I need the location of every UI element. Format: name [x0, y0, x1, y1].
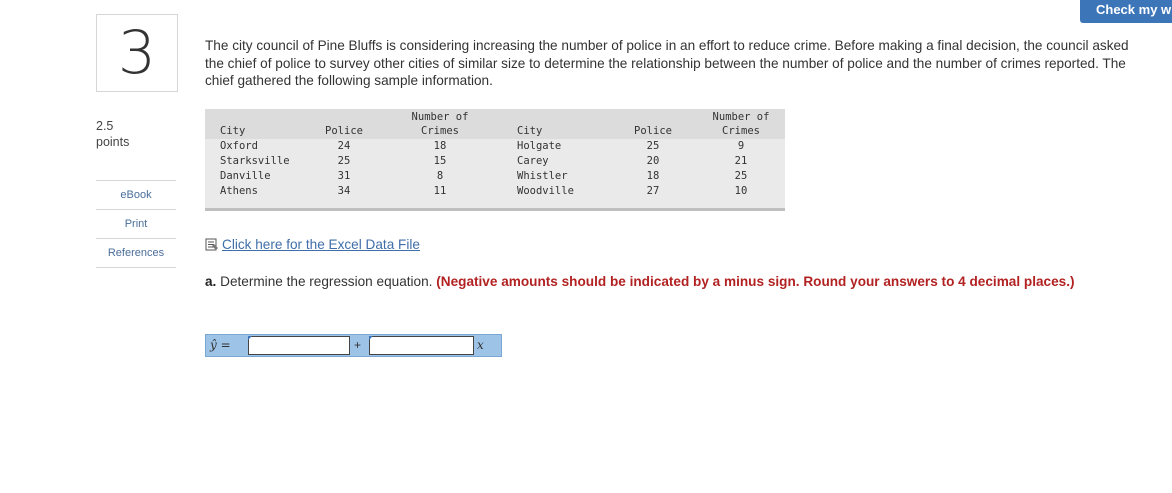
table-cell: 15	[433, 155, 447, 167]
part-a-label: a.	[205, 274, 217, 289]
table-cell: Holgate	[517, 140, 562, 152]
table-cell: 25	[734, 170, 748, 182]
side-links: eBook Print References	[96, 180, 176, 268]
part-a-instruction: (Negative amounts should be indicated by…	[436, 274, 1075, 289]
input-flag-icon	[248, 336, 252, 340]
ebook-link[interactable]: eBook	[96, 180, 176, 209]
header-city2: City	[517, 125, 543, 137]
table-cell: Athens	[220, 185, 258, 197]
question-prompt: The city council of Pine Bluffs is consi…	[205, 38, 1129, 88]
intercept-input[interactable]	[248, 336, 350, 355]
table-cell: 10	[734, 185, 748, 197]
regression-equation-row: ŷ = + x	[205, 334, 502, 357]
header-police2: Police	[634, 125, 672, 137]
table-cell: Starksville	[220, 155, 290, 167]
table-cell: 34	[337, 185, 351, 197]
part-a-prompt: a. Determine the regression equation. (N…	[205, 273, 1145, 291]
table-cell: 24	[337, 140, 351, 152]
excel-link-label[interactable]: Click here for the Excel Data File	[222, 237, 420, 252]
header-city1: City	[220, 125, 246, 137]
header-police1: Police	[325, 125, 363, 137]
table-cell: 25	[646, 140, 660, 152]
points-block: 2.5 points	[96, 118, 129, 150]
table-cell: Woodville	[517, 185, 574, 197]
excel-data-link[interactable]: Click here for the Excel Data File	[205, 237, 420, 252]
table-cell: 21	[734, 155, 748, 167]
table-cell: Danville	[220, 170, 271, 182]
table-cell: 9	[737, 140, 745, 152]
table-cell: Oxford	[220, 140, 258, 152]
points-label: points	[96, 135, 130, 149]
table-cell: 25	[337, 155, 351, 167]
plus-sign: +	[354, 338, 362, 352]
table-cell: 18	[433, 140, 447, 152]
points-value: 2.5	[96, 119, 114, 133]
input-flag-icon	[369, 336, 373, 340]
table-cell: 8	[436, 170, 444, 182]
part-a-text: Determine the regression equation.	[216, 274, 437, 289]
table-cell: 20	[646, 155, 660, 167]
header-crimes2-top: Number of	[712, 111, 770, 123]
references-link[interactable]: References	[96, 238, 176, 268]
table-cell: 31	[337, 170, 351, 182]
print-link[interactable]: Print	[96, 209, 176, 238]
excel-file-icon	[205, 238, 219, 251]
header-crimes1-top: Number of	[411, 111, 469, 123]
slope-input[interactable]	[369, 336, 474, 355]
question-number: 3	[96, 14, 178, 92]
check-my-work-button[interactable]: Check my w	[1080, 0, 1172, 23]
header-crimes2: Crimes	[722, 125, 760, 137]
table-cell: Carey	[517, 155, 549, 167]
data-table: Number of Number of City Police Crimes C…	[205, 109, 785, 211]
table-header	[205, 109, 785, 139]
x-variable-label: x	[477, 338, 484, 352]
table-cell: Whistler	[517, 170, 568, 182]
table-cell: 11	[433, 185, 447, 197]
y-hat-label: ŷ =	[210, 338, 231, 352]
table-cell: 18	[646, 170, 660, 182]
table-cell: 27	[646, 185, 660, 197]
header-crimes1: Crimes	[421, 125, 459, 137]
